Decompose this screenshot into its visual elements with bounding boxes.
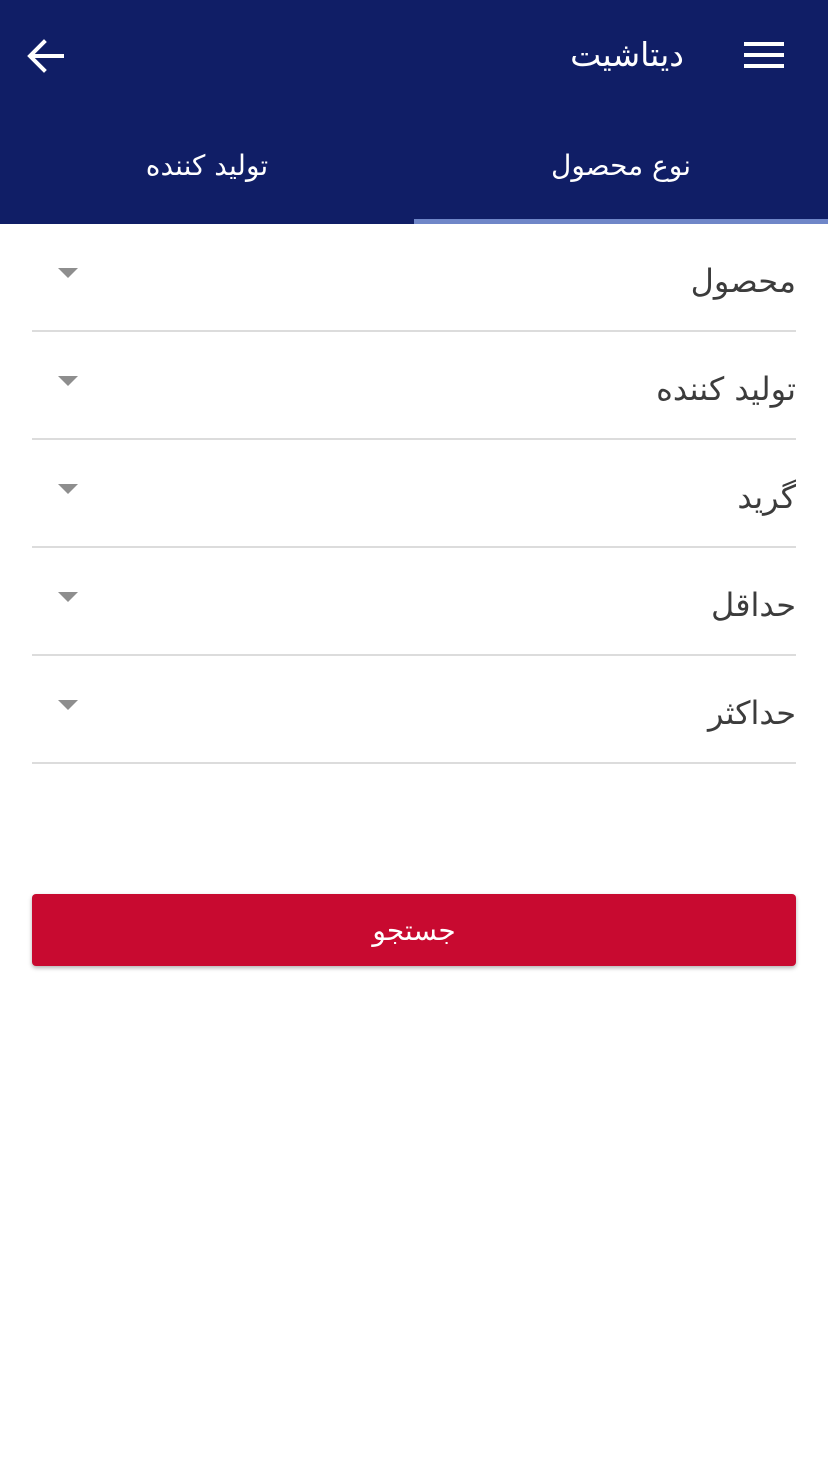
maximum-dropdown[interactable]: حداکثر xyxy=(32,656,796,764)
app-bar: دیتاشیت نوع محصول تولید کننده xyxy=(0,0,828,224)
tab-bar: نوع محصول تولید کننده xyxy=(0,110,828,224)
search-button[interactable]: جستجو xyxy=(32,894,796,966)
dropdown-label: محصول xyxy=(690,262,796,300)
dropdown-label: حداقل xyxy=(711,586,796,624)
dropdown-label: گرید xyxy=(737,478,796,516)
page-title: دیتاشیت xyxy=(570,35,684,74)
tab-label: تولید کننده xyxy=(145,148,269,182)
tab-manufacturer[interactable]: تولید کننده xyxy=(0,110,414,224)
hamburger-menu-icon xyxy=(744,42,784,68)
toolbar: دیتاشیت xyxy=(0,0,828,110)
dropdown-arrow-icon xyxy=(58,376,78,386)
manufacturer-dropdown[interactable]: تولید کننده xyxy=(32,332,796,440)
product-dropdown[interactable]: محصول xyxy=(32,224,796,332)
dropdown-arrow-icon xyxy=(58,592,78,602)
filter-form: محصول تولید کننده گرید حداقل حداکثر xyxy=(32,224,796,764)
tab-product-type[interactable]: نوع محصول xyxy=(414,110,828,224)
minimum-dropdown[interactable]: حداقل xyxy=(32,548,796,656)
dropdown-label: حداکثر xyxy=(707,694,796,732)
dropdown-arrow-icon xyxy=(58,268,78,278)
menu-button[interactable] xyxy=(736,32,792,78)
dropdown-arrow-icon xyxy=(58,484,78,494)
arrow-left-icon xyxy=(27,39,64,73)
tab-label: نوع محصول xyxy=(550,148,692,182)
dropdown-arrow-icon xyxy=(58,700,78,710)
grade-dropdown[interactable]: گرید xyxy=(32,440,796,548)
back-button[interactable] xyxy=(18,28,74,84)
dropdown-label: تولید کننده xyxy=(656,370,796,408)
